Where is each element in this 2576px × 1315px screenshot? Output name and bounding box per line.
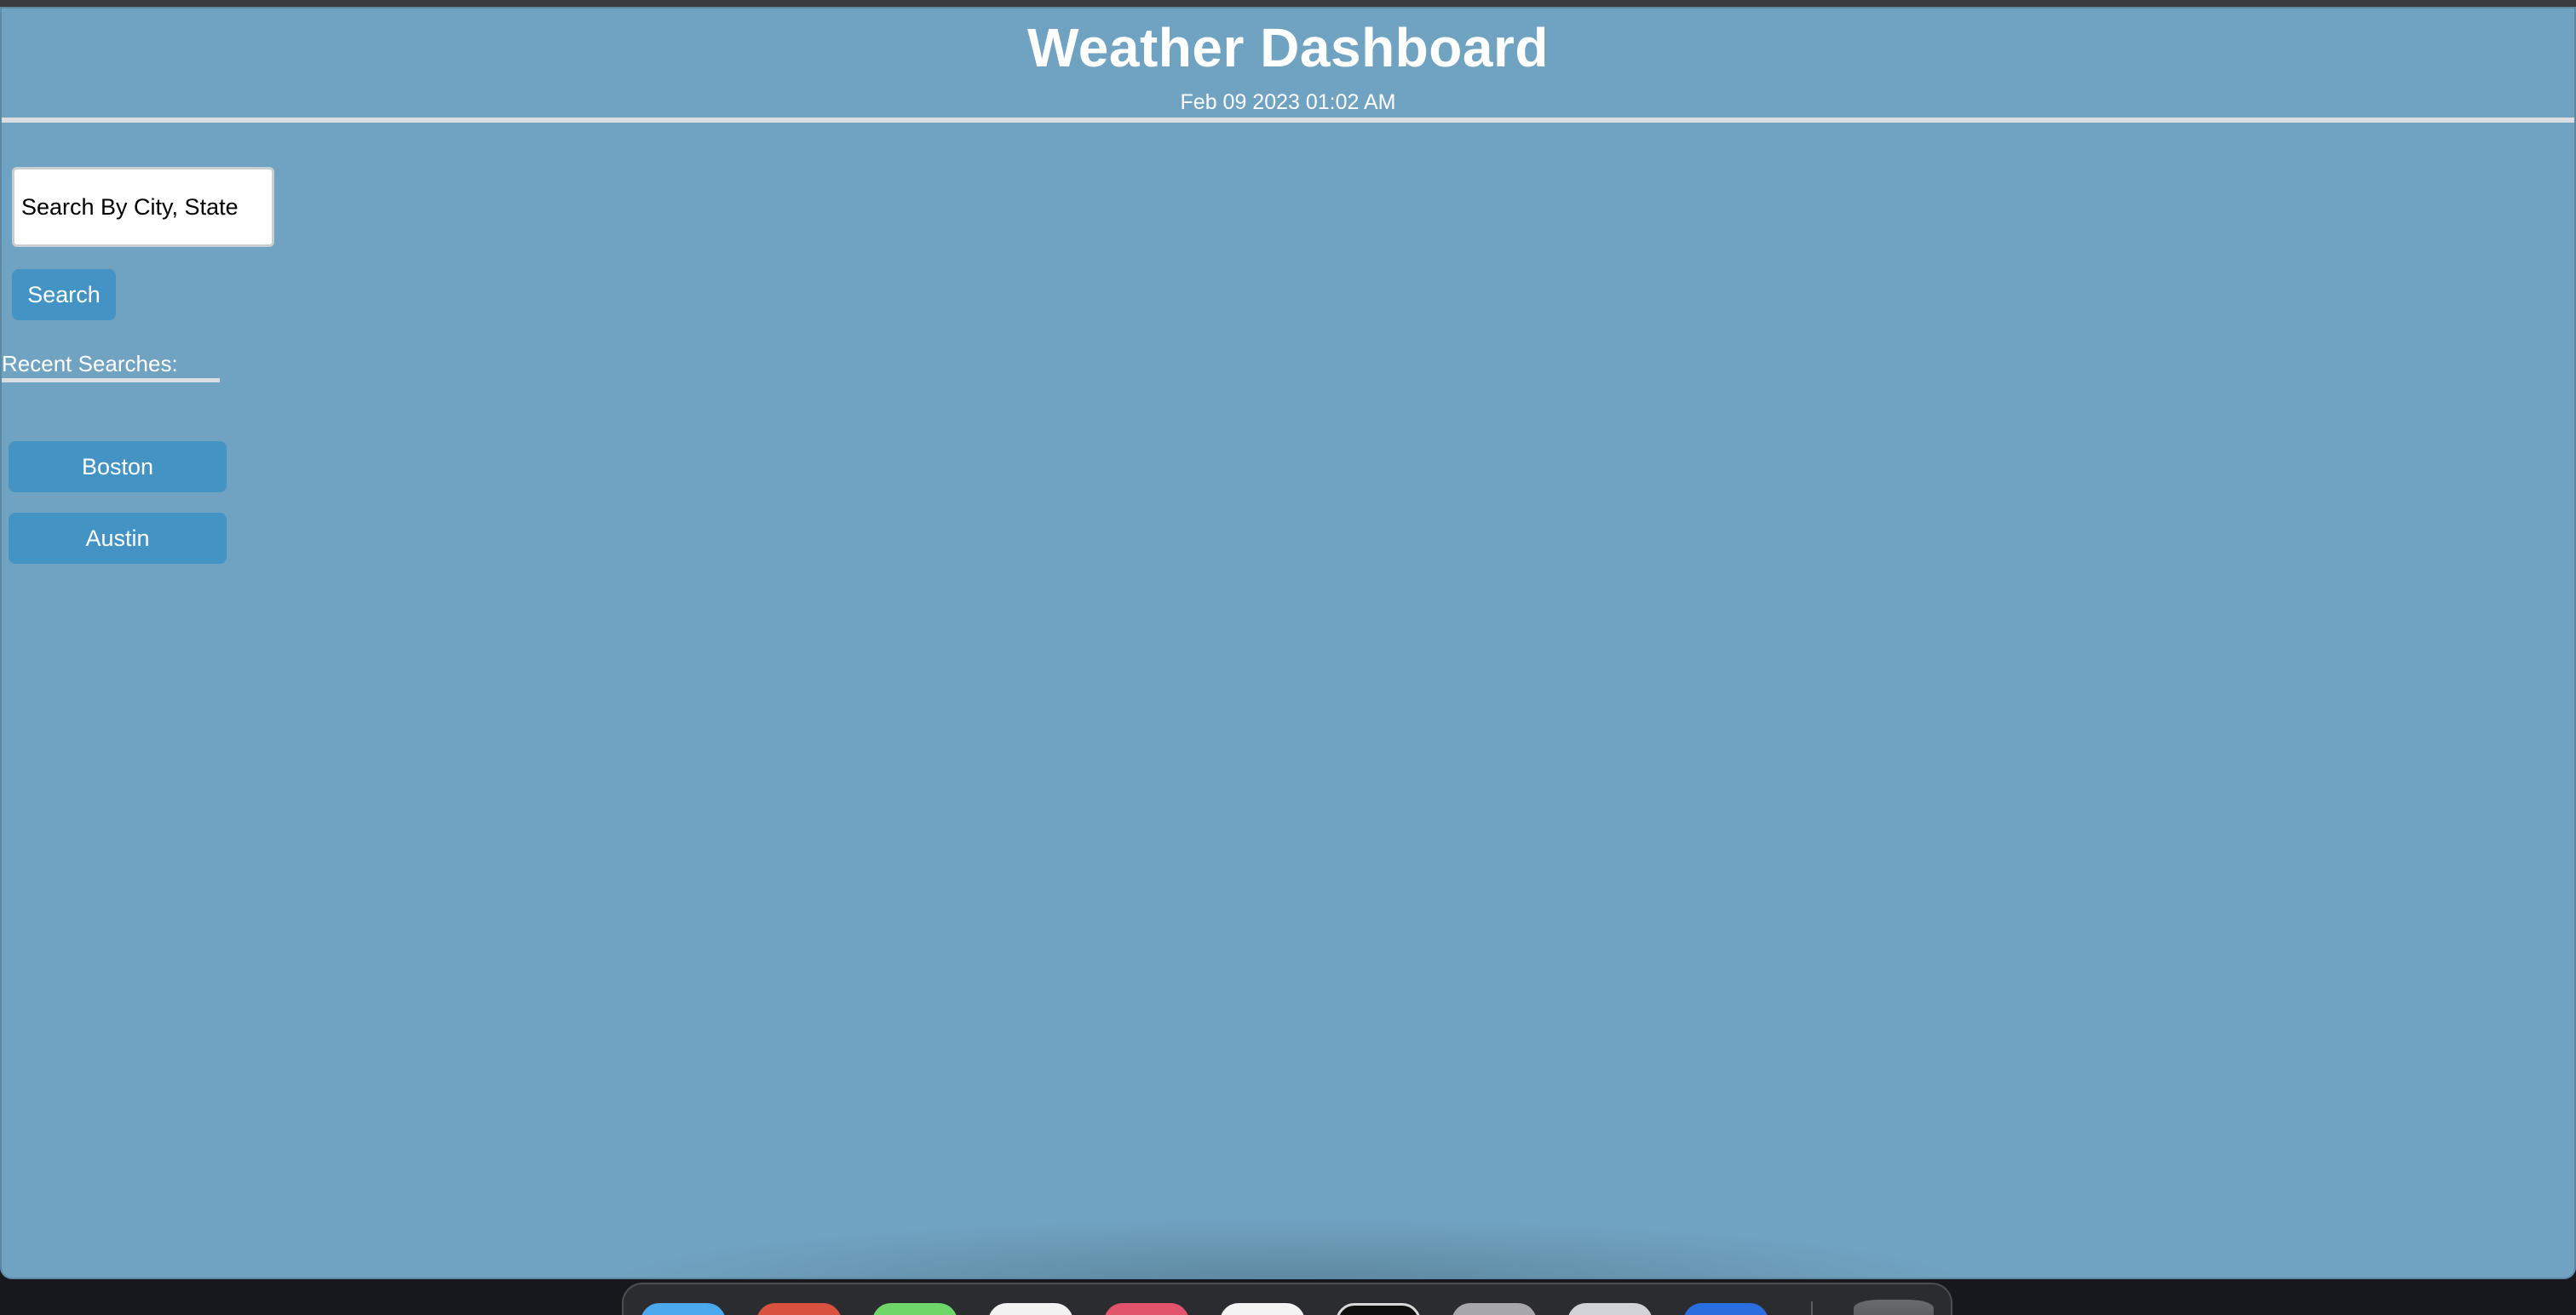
city-search-input[interactable] [12, 167, 274, 247]
chrome-icon[interactable] [756, 1303, 842, 1315]
recent-city-button[interactable]: Boston [9, 441, 227, 492]
dock-separator [1811, 1301, 1813, 1315]
notes-icon[interactable] [1220, 1303, 1305, 1315]
page-title: Weather Dashboard [1027, 17, 1549, 78]
finder-icon[interactable] [641, 1303, 726, 1315]
recent-city-button[interactable]: Austin [9, 513, 227, 564]
current-datetime: Feb 09 2023 01:02 AM [1180, 90, 1396, 114]
browser-window: Weather Dashboard Feb 09 2023 01:02 AM S… [0, 7, 2576, 1279]
dock-shadow [598, 1218, 1978, 1278]
music-icon[interactable] [1104, 1303, 1189, 1315]
terminal-icon[interactable] [1336, 1303, 1421, 1315]
header-divider [2, 118, 2574, 123]
safari-icon[interactable] [1567, 1303, 1653, 1315]
settings-icon[interactable] [1452, 1303, 1537, 1315]
recent-searches-list: Boston Austin [9, 441, 227, 584]
recent-searches-label: Recent Searches: [2, 351, 178, 376]
search-button[interactable]: Search [12, 269, 116, 320]
page-header: Weather Dashboard Feb 09 2023 01:02 AM [2, 9, 2574, 118]
vscode-icon[interactable] [1683, 1303, 1768, 1315]
macos-dock [622, 1283, 1952, 1315]
recent-searches-divider [2, 378, 220, 382]
calendar-icon[interactable] [988, 1303, 1073, 1315]
messages-icon[interactable] [872, 1303, 957, 1315]
trash-icon[interactable] [1854, 1300, 1934, 1315]
desktop: Weather Dashboard Feb 09 2023 01:02 AM S… [0, 0, 2576, 1315]
